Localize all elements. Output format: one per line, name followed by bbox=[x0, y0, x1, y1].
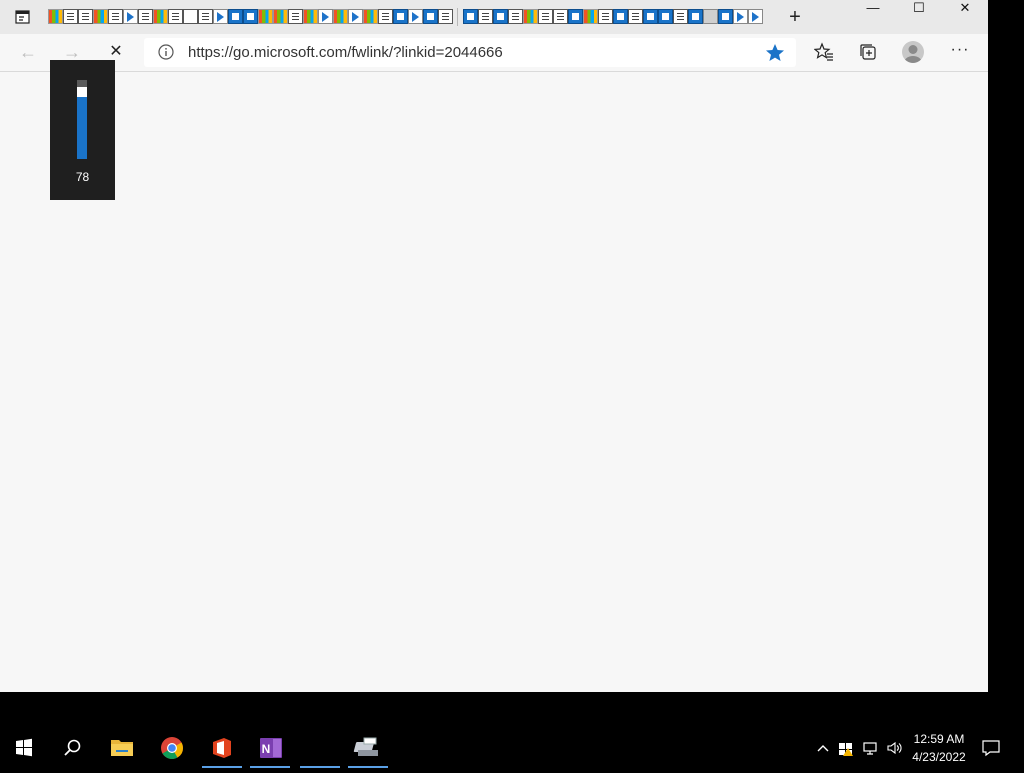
volume-value-label: 78 bbox=[75, 170, 90, 184]
tab-separator bbox=[457, 8, 458, 26]
taskbar-clock[interactable]: 12:59 AM 4/23/2022 bbox=[906, 730, 972, 766]
browser-window: + — ☐ ✕ ← → ✕ https://go.microsoft.com/f… bbox=[0, 0, 988, 692]
tab-doc-icon[interactable] bbox=[288, 9, 303, 24]
tab-cursor-icon[interactable] bbox=[183, 9, 198, 24]
tab-doc-icon[interactable] bbox=[598, 9, 613, 24]
tab-doc-icon[interactable] bbox=[673, 9, 688, 24]
printer-icon[interactable] bbox=[344, 728, 392, 768]
volume-flyout: 78 bbox=[50, 60, 115, 200]
volume-level-fill bbox=[77, 97, 87, 159]
tab-ms-icon[interactable] bbox=[93, 9, 108, 24]
tab-actions-menu-button[interactable] bbox=[14, 8, 32, 26]
chrome-icon[interactable] bbox=[148, 728, 196, 768]
url-text[interactable]: https://go.microsoft.com/fwlink/?linkid=… bbox=[188, 44, 503, 61]
tab-doc-icon[interactable] bbox=[478, 9, 493, 24]
address-bar[interactable]: https://go.microsoft.com/fwlink/?linkid=… bbox=[144, 38, 796, 67]
tab-store-icon[interactable] bbox=[688, 9, 703, 24]
blank-app-button[interactable] bbox=[296, 728, 344, 768]
tab-vs-icon[interactable] bbox=[348, 9, 363, 24]
favorite-star-icon[interactable] bbox=[765, 43, 785, 63]
tab-store-icon[interactable] bbox=[658, 9, 673, 24]
show-hidden-icons-chevron-icon[interactable] bbox=[815, 740, 831, 756]
tab-ms-icon[interactable] bbox=[333, 9, 348, 24]
browser-toolbar: ← → ✕ https://go.microsoft.com/fwlink/?l… bbox=[0, 34, 988, 72]
tab-store-icon[interactable] bbox=[423, 9, 438, 24]
tab-store-icon[interactable] bbox=[568, 9, 583, 24]
volume-slider-thumb[interactable] bbox=[77, 87, 87, 97]
tab-vs-icon[interactable] bbox=[213, 9, 228, 24]
office-icon[interactable] bbox=[198, 728, 246, 768]
tab-store-icon[interactable] bbox=[493, 9, 508, 24]
tab-strip: + — ☐ ✕ bbox=[0, 0, 988, 34]
tab-vs-icon[interactable] bbox=[748, 9, 763, 24]
tab-doc-icon[interactable] bbox=[438, 9, 453, 24]
tab-ms-icon[interactable] bbox=[363, 9, 378, 24]
tab-ms-icon[interactable] bbox=[48, 9, 63, 24]
tab-doc-icon[interactable] bbox=[63, 9, 78, 24]
windows-security-icon[interactable] bbox=[838, 740, 854, 756]
tab-store-icon[interactable] bbox=[463, 9, 478, 24]
search-icon[interactable] bbox=[48, 728, 96, 768]
tab-ms-icon[interactable] bbox=[523, 9, 538, 24]
new-tab-button[interactable]: + bbox=[784, 6, 806, 28]
collections-icon[interactable] bbox=[858, 42, 878, 62]
clock-date: 4/23/2022 bbox=[912, 750, 966, 764]
tab-doc-icon[interactable] bbox=[78, 9, 93, 24]
tab-ms-icon[interactable] bbox=[303, 9, 318, 24]
back-button[interactable]: ← bbox=[13, 37, 43, 67]
tab-doc-icon[interactable] bbox=[198, 9, 213, 24]
tab-doc-icon[interactable] bbox=[538, 9, 553, 24]
tab-store-icon[interactable] bbox=[718, 9, 733, 24]
tab-store-icon[interactable] bbox=[643, 9, 658, 24]
close-window-button[interactable]: ✕ bbox=[942, 0, 988, 16]
minimize-button[interactable]: — bbox=[850, 0, 896, 16]
tab-vs-icon[interactable] bbox=[733, 9, 748, 24]
notification-icon[interactable] bbox=[980, 738, 1002, 758]
settings-more-button[interactable]: ··· bbox=[948, 39, 972, 63]
volume-slider[interactable] bbox=[77, 80, 87, 159]
tab-doc-icon[interactable] bbox=[378, 9, 393, 24]
tab-doc-icon[interactable] bbox=[138, 9, 153, 24]
onenote-icon[interactable]: N bbox=[246, 728, 294, 768]
tab-vs-icon[interactable] bbox=[123, 9, 138, 24]
tab-vs-icon[interactable] bbox=[408, 9, 423, 24]
tab-store-icon[interactable] bbox=[393, 9, 408, 24]
network-icon[interactable] bbox=[862, 740, 878, 756]
tab-doc-icon[interactable] bbox=[628, 9, 643, 24]
clock-time: 12:59 AM bbox=[913, 732, 965, 746]
taskbar: N 12:59 AM 4/23/2022 bbox=[0, 728, 1024, 768]
tab-gray-icon[interactable] bbox=[703, 9, 718, 24]
tab-doc-icon[interactable] bbox=[168, 9, 183, 24]
tab-store-icon[interactable] bbox=[243, 9, 258, 24]
tab-ms-icon[interactable] bbox=[583, 9, 598, 24]
tab-ms-icon[interactable] bbox=[258, 9, 273, 24]
tab-store-icon[interactable] bbox=[228, 9, 243, 24]
tab-doc-icon[interactable] bbox=[508, 9, 523, 24]
tab-vs-icon[interactable] bbox=[318, 9, 333, 24]
tab-store-icon[interactable] bbox=[613, 9, 628, 24]
volume-icon[interactable] bbox=[886, 740, 902, 756]
tab-doc-icon[interactable] bbox=[553, 9, 568, 24]
tab-ms-icon[interactable] bbox=[153, 9, 168, 24]
tab-ms-icon[interactable] bbox=[273, 9, 288, 24]
profile-avatar[interactable] bbox=[902, 41, 924, 63]
svg-text:N: N bbox=[262, 742, 271, 756]
tab-doc-icon[interactable] bbox=[108, 9, 123, 24]
favorites-icon[interactable] bbox=[813, 42, 834, 62]
file-explorer-icon[interactable] bbox=[98, 728, 146, 768]
site-info-icon[interactable] bbox=[158, 44, 174, 60]
start-button[interactable] bbox=[0, 728, 48, 768]
maximize-button[interactable]: ☐ bbox=[896, 0, 942, 16]
